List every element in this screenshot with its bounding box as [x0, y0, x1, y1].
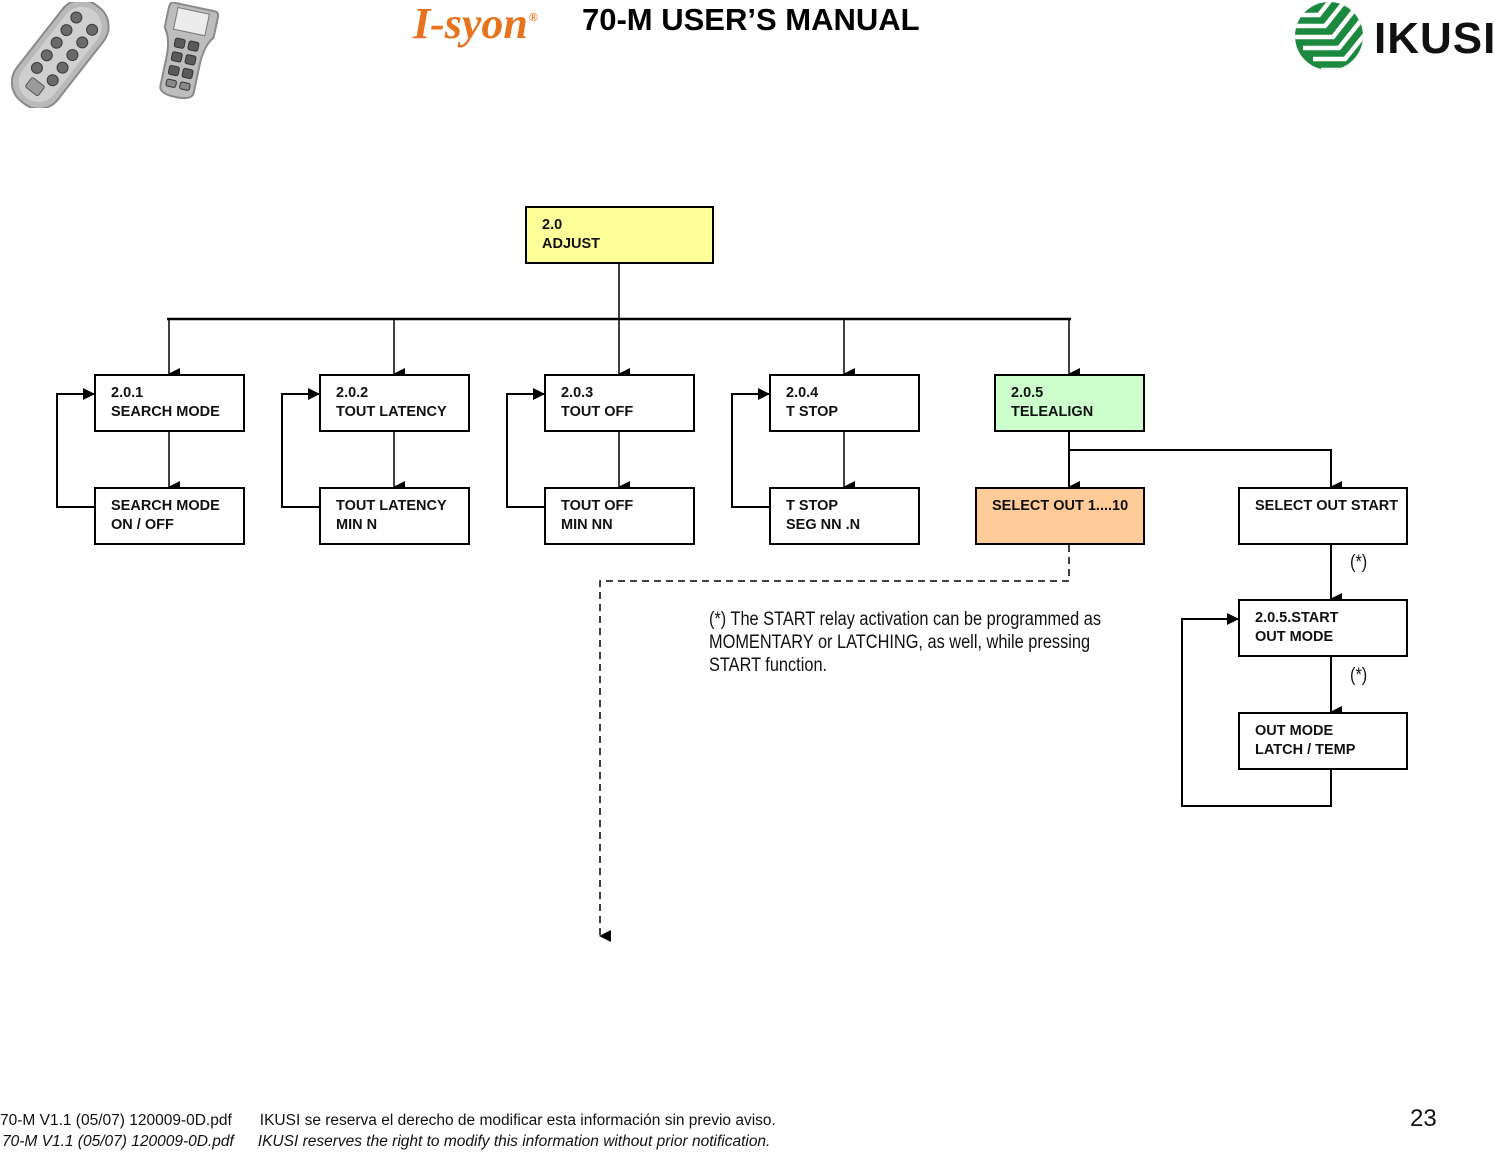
node-select-out: SELECT OUT 1....10	[975, 487, 1145, 545]
node-id: 2.0	[542, 217, 563, 233]
node-id: 2.0.3	[561, 385, 594, 401]
node-label: SELECT OUT 1....10	[992, 498, 1129, 514]
node-label: OUT MODE	[1255, 629, 1334, 645]
node-label: TOUT LATENCY	[336, 498, 447, 514]
node-label: OUT MODE	[1255, 723, 1334, 739]
node-out-mode-latch-temp: OUT MODE LATCH / TEMP	[1238, 712, 1408, 770]
node-value: MIN NN	[561, 517, 613, 533]
node-select-out-start: SELECT OUT START	[1238, 487, 1408, 545]
node-id: 2.0.5	[1011, 385, 1044, 401]
diagram-connectors	[56, 263, 1342, 942]
node-search-mode-on-off: SEARCH MODE ON / OFF	[94, 487, 245, 545]
node-label: SEARCH MODE	[111, 404, 220, 420]
node-label: T STOP	[786, 498, 839, 514]
node-t-stop-seg: T STOP SEG NN .N	[769, 487, 920, 545]
node-id: 2.0.4	[786, 385, 819, 401]
node-id: 2.0.1	[111, 385, 144, 401]
footer-line-english: 70-M V1.1 (05/07) 120009-0D.pdf IKUSI res…	[2, 1133, 770, 1151]
node-2-0-3-tout-off: 2.0.3 TOUT OFF	[544, 374, 695, 432]
node-id: 2.0.5.START	[1255, 610, 1339, 626]
footnote-line: MOMENTARY or LATCHING, as well, while pr…	[709, 632, 1091, 653]
footnote: (*) The START relay activation can be pr…	[709, 608, 1102, 677]
node-label: TOUT OFF	[561, 498, 634, 514]
node-label: T STOP	[786, 404, 839, 420]
node-label: TOUT LATENCY	[336, 404, 447, 420]
footer-line-spanish: 70-M V1.1 (05/07) 120009-0D.pdf IKUSI se …	[0, 1112, 776, 1130]
node-label: ADJUST	[542, 236, 601, 252]
asterisk-label-1: (*)	[1350, 552, 1368, 573]
node-value: ON / OFF	[111, 517, 174, 533]
loop-back-t-stop	[731, 388, 770, 508]
node-value: SEG NN .N	[786, 517, 861, 533]
node-value: MIN N	[336, 517, 378, 533]
node-2-0-5-start-out-mode: 2.0.5.START OUT MODE	[1238, 599, 1408, 657]
node-label: SEARCH MODE	[111, 498, 220, 514]
asterisk-label-2: (*)	[1350, 665, 1368, 686]
node-label: SELECT OUT START	[1255, 498, 1399, 514]
loop-back-tout-off	[506, 388, 545, 508]
node-2-0-2-tout-latency: 2.0.2 TOUT LATENCY	[319, 374, 470, 432]
footnote-line: START function.	[709, 655, 828, 676]
node-tout-latency-min: TOUT LATENCY MIN N	[319, 487, 470, 545]
loop-back-search-mode	[56, 388, 95, 508]
node-2-0-4-t-stop: 2.0.4 T STOP	[769, 374, 920, 432]
footer-file-name: 70-M V1.1 (05/07) 120009-0D.pdf	[0, 1112, 232, 1129]
page-number: 23	[1410, 1105, 1437, 1132]
node-value: LATCH / TEMP	[1255, 742, 1356, 758]
loop-back-tout-latency	[281, 388, 320, 508]
footer-disclaimer: IKUSI se reserva el derecho de modificar…	[259, 1112, 776, 1129]
node-label: TOUT OFF	[561, 404, 634, 420]
node-2-0-adjust: 2.0 ADJUST	[525, 206, 714, 264]
node-id: 2.0.2	[336, 385, 369, 401]
node-label: TELEALIGN	[1011, 404, 1094, 420]
footnote-line: (*) The START relay activation can be pr…	[709, 609, 1102, 630]
node-2-0-1-search-mode: 2.0.1 SEARCH MODE	[94, 374, 245, 432]
node-tout-off-min: TOUT OFF MIN NN	[544, 487, 695, 545]
node-2-0-5-telealign: 2.0.5 TELEALIGN	[994, 374, 1145, 432]
dashed-continuation-arrow	[599, 545, 1070, 942]
footer-file-name: 70-M V1.1 (05/07) 120009-0D.pdf	[2, 1133, 234, 1150]
arrow-to-select-out-start	[1069, 449, 1342, 493]
footer-disclaimer: IKUSI reserves the right to modify this …	[257, 1133, 771, 1150]
